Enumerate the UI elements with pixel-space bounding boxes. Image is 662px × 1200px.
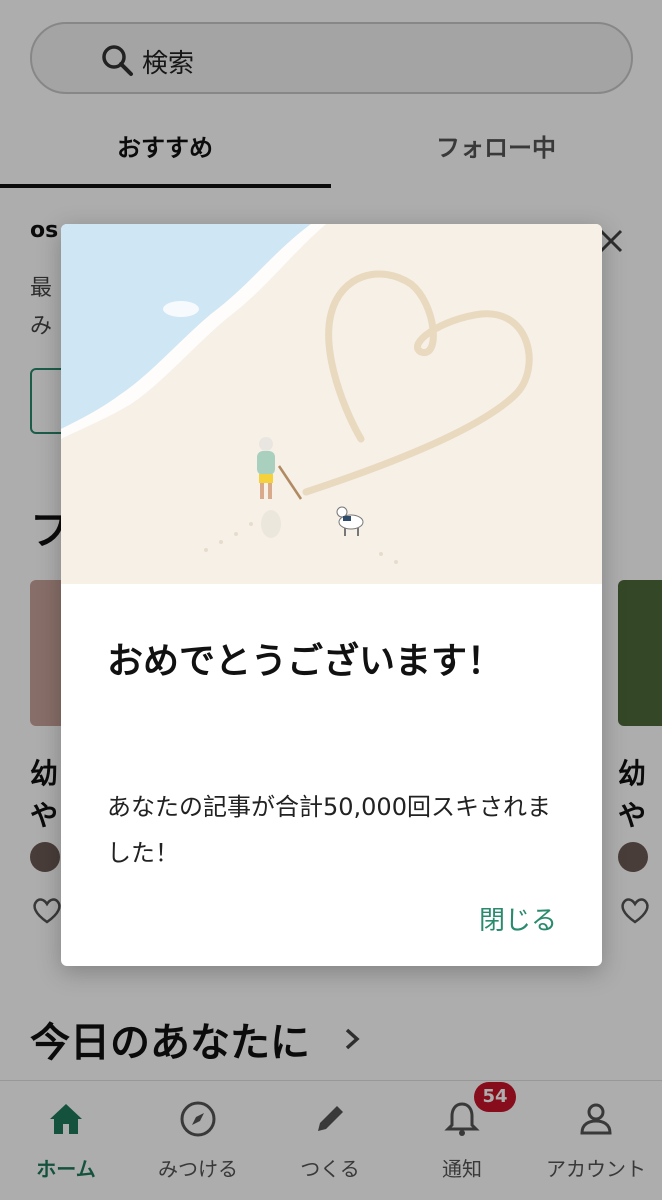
dialog-message: あなたの記事が合計50,000回スキされました！ [107, 793, 551, 867]
beach-heart-illustration [61, 224, 602, 584]
dialog-title: おめでとうございます！ [107, 641, 504, 682]
congratulations-dialog: おめでとうございます！ あなたの記事が合計50,000回スキされました！ 閉じる [61, 224, 602, 966]
dialog-close-button[interactable]: 閉じる [479, 900, 557, 937]
